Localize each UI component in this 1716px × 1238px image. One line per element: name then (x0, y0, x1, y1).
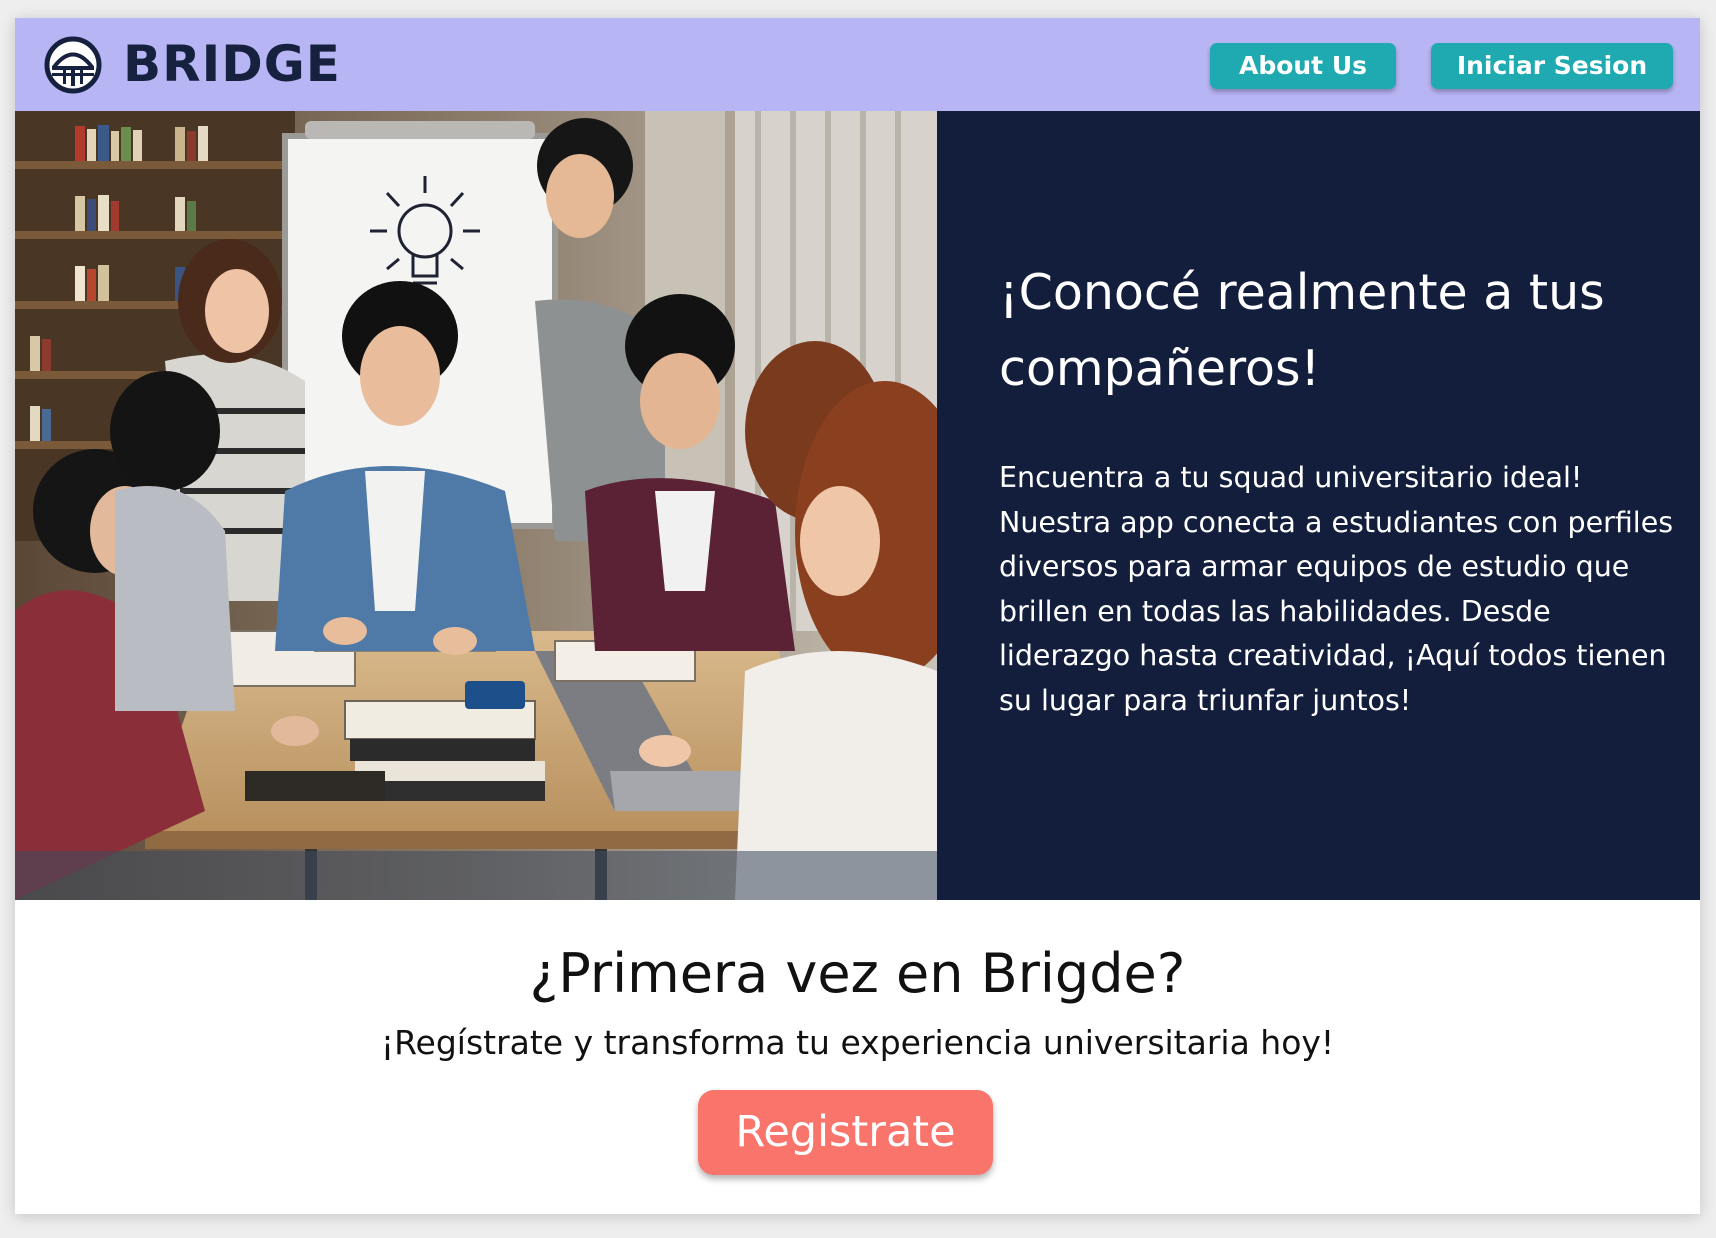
hero-description: Encuentra a tu squad universitario ideal… (999, 461, 1674, 717)
cta-title: ¿Primera vez en Brigde? (529, 942, 1186, 1005)
page-frame: BRIDGE About Us Iniciar Sesion ¡Conocé r… (15, 18, 1700, 1214)
hero-text-panel: ¡Conocé realmente a tus compañeros! Encu… (937, 111, 1700, 900)
hero-title: ¡Conocé realmente a tus compañeros! (999, 264, 1605, 397)
about-us-button[interactable]: About Us (1210, 43, 1396, 89)
login-button[interactable]: Iniciar Sesion (1431, 43, 1673, 89)
students-study-group-photo (15, 111, 937, 900)
register-button[interactable]: Registrate (698, 1090, 993, 1175)
cta-subtitle: ¡Regístrate y transforma tu experiencia … (380, 1023, 1335, 1062)
brand-name[interactable]: BRIDGE (123, 32, 341, 96)
navbar: BRIDGE About Us Iniciar Sesion (15, 18, 1700, 111)
hero-section: ¡Conocé realmente a tus compañeros! Encu… (15, 111, 1700, 900)
bridge-logo-icon[interactable] (44, 36, 102, 94)
